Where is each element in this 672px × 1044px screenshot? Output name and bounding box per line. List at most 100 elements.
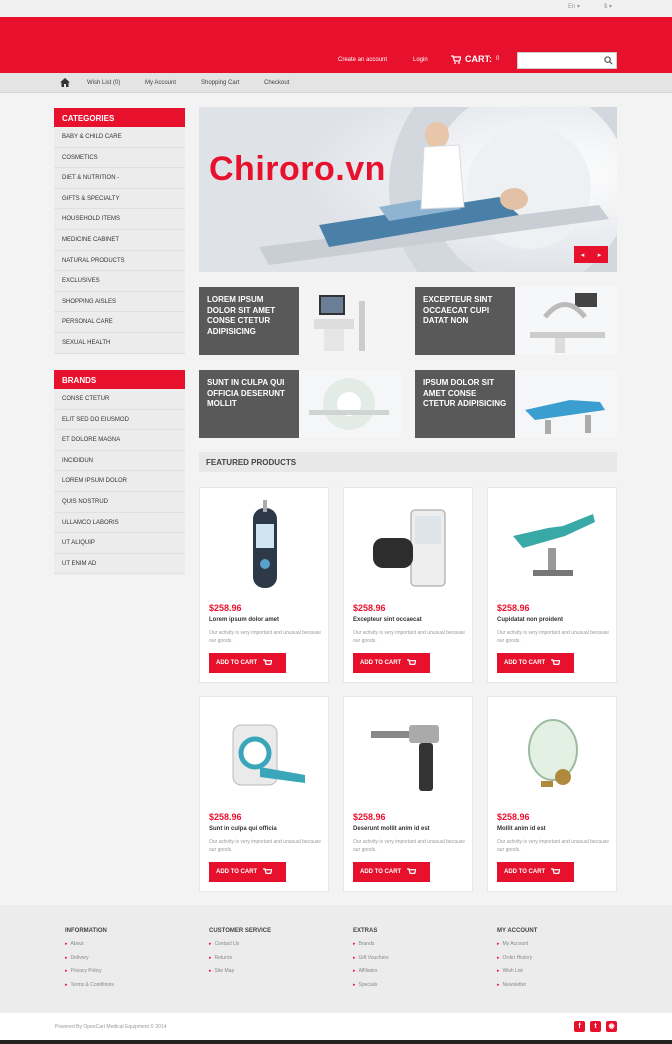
mri-scan-illustration xyxy=(199,107,617,272)
product-card[interactable]: $258.96 Lorem ipsum dolor amet Our activ… xyxy=(199,487,329,683)
cart-icon xyxy=(407,868,417,874)
slider-arrows[interactable]: ◂ ▸ xyxy=(574,246,608,263)
category-item[interactable]: COSMETICS xyxy=(54,148,185,169)
ct-scanner-icon xyxy=(232,724,305,786)
nav-cart[interactable]: Shopping Cart xyxy=(201,80,239,86)
button-label: ADD TO CART xyxy=(360,660,402,666)
product-card[interactable]: $258.96 Mollit anim id est Our activity … xyxy=(487,696,617,892)
nav-wishlist[interactable]: Wish List (0) xyxy=(87,80,120,86)
category-item[interactable]: EXCLUSIVES xyxy=(54,271,185,292)
prev-arrow-icon[interactable]: ◂ xyxy=(581,251,585,259)
category-item[interactable]: MEDICINE CABINET xyxy=(54,230,185,251)
brand-item[interactable]: ELIT SED DO EIUSMOD xyxy=(54,410,185,431)
search-input[interactable] xyxy=(517,52,617,69)
button-label: ADD TO CART xyxy=(216,660,258,666)
brand-item[interactable]: ULLAMCO LABORIS xyxy=(54,513,185,534)
footer-link[interactable]: ▸ Specials xyxy=(353,982,389,996)
category-item[interactable]: DIET & NUTRITION - xyxy=(54,168,185,189)
footer-link[interactable]: ▸ Site Map xyxy=(209,968,271,982)
button-label: ADD TO CART xyxy=(504,869,546,875)
add-to-cart-button[interactable]: ADD TO CART xyxy=(353,653,430,673)
category-item[interactable]: SEXUAL HEALTH xyxy=(54,333,185,354)
banner-text: EXCEPTEUR SINT OCCAECAT CUPI DATAT NON xyxy=(415,287,515,355)
currency-select[interactable]: $ ▾ xyxy=(604,3,612,10)
footer-title: INFORMATION xyxy=(65,928,107,934)
brand-item[interactable]: INCIDIDUN xyxy=(54,451,185,472)
product-name[interactable]: Deserunt mollit anim id est xyxy=(353,826,430,832)
product-card[interactable]: $258.96 Sunt in culpa qui officia Our ac… xyxy=(199,696,329,892)
category-item[interactable]: PERSONAL CARE xyxy=(54,312,185,333)
footer-link[interactable]: ▸ Terms & Conditions xyxy=(65,982,114,996)
product-name[interactable]: Sunt in culpa qui officia xyxy=(209,826,277,832)
add-to-cart-button[interactable]: ADD TO CART xyxy=(497,862,574,882)
category-item[interactable]: BABY & CHILD CARE xyxy=(54,127,185,148)
add-to-cart-button[interactable]: ADD TO CART xyxy=(209,862,286,882)
footer-link[interactable]: ▸ About xyxy=(65,941,114,955)
brand-item[interactable]: UT ALIQUIP xyxy=(54,533,185,554)
add-to-cart-button[interactable]: ADD TO CART xyxy=(209,653,286,673)
promo-banner[interactable]: IPSUM DOLOR SIT AMET CONSE CTETUR ADIPIS… xyxy=(415,370,617,438)
footer-link[interactable]: ▸ Delivery xyxy=(65,955,114,969)
home-icon[interactable] xyxy=(60,78,70,87)
twitter-icon[interactable]: t xyxy=(590,1021,601,1032)
footer-link[interactable]: ▸ Gift Vouchers xyxy=(353,955,389,969)
add-to-cart-button[interactable]: ADD TO CART xyxy=(497,653,574,673)
promo-banner[interactable]: EXCEPTEUR SINT OCCAECAT CUPI DATAT NON xyxy=(415,287,617,355)
product-price: $258.96 xyxy=(497,603,530,613)
button-label: ADD TO CART xyxy=(504,660,546,666)
examination-chair-icon xyxy=(513,514,595,576)
product-name[interactable]: Mollit anim id est xyxy=(497,826,546,832)
footer-column-extras: EXTRAS ▸ Brands ▸ Gift Vouchers ▸ Affiliate… xyxy=(353,928,389,995)
product-card[interactable]: $258.96 Cupidatat non proident Our activ… xyxy=(487,487,617,683)
footer-column-customer-service: CUSTOMER SERVICE ▸ Contact Us ▸ Returns ▸ S… xyxy=(209,928,271,982)
cart-icon xyxy=(551,868,561,874)
site-footer: INFORMATION ▸ About ▸ Delivery ▸ Privacy Po… xyxy=(0,905,672,1013)
next-arrow-icon[interactable]: ▸ xyxy=(598,251,602,259)
facebook-icon[interactable]: f xyxy=(574,1021,585,1032)
product-price: $258.96 xyxy=(353,603,386,613)
category-item[interactable]: GIFTS & SPECIALTY xyxy=(54,189,185,210)
footer-link[interactable]: ▸ Brands xyxy=(353,941,389,955)
login-link[interactable]: Login xyxy=(413,57,428,63)
featured-products-title: FEATURED PRODUCTS xyxy=(199,452,617,472)
category-item[interactable]: SHOPPING AISLES xyxy=(54,292,185,313)
product-description: Our activity is very important and unusu… xyxy=(209,839,321,853)
promo-banner[interactable]: SUNT IN CULPA QUI OFFICIA DESERUNT MOLLI… xyxy=(199,370,401,438)
add-to-cart-button[interactable]: ADD TO CART xyxy=(353,862,430,882)
brand-item[interactable]: CONSE CTETUR xyxy=(54,389,185,410)
footer-link[interactable]: ▸ Wish List xyxy=(497,968,537,982)
rss-icon[interactable]: ◉ xyxy=(606,1021,617,1032)
hero-slider[interactable] xyxy=(199,107,617,272)
language-select[interactable]: En ▾ xyxy=(568,3,580,10)
footer-link[interactable]: ▸ Newsletter xyxy=(497,982,537,996)
product-card[interactable]: $258.96 Excepteur sint occaecat Our acti… xyxy=(343,487,473,683)
footer-link[interactable]: ▸ My Account xyxy=(497,941,537,955)
nav-account[interactable]: My Account xyxy=(145,80,176,86)
promo-banner[interactable]: LOREM IPSUM DOLOR SIT AMET CONSE CTETUR … xyxy=(199,287,401,355)
currency-value: $ xyxy=(604,4,608,10)
footer-column-my-account: MY ACCOUNT ▸ My Account ▸ Order History ▸ W… xyxy=(497,928,537,995)
product-name[interactable]: Lorem ipsum dolor amet xyxy=(209,617,279,623)
product-name[interactable]: Cupidatat non proident xyxy=(497,617,563,623)
search-icon[interactable] xyxy=(604,56,613,65)
footer-link[interactable]: ▸ Privacy Policy xyxy=(65,968,114,982)
footer-link[interactable]: ▸ Returns xyxy=(209,955,271,969)
category-item[interactable]: NATURAL PRODUCTS xyxy=(54,251,185,272)
hospital-bed-image xyxy=(515,370,617,438)
product-name[interactable]: Excepteur sint occaecat xyxy=(353,617,422,623)
category-item[interactable]: HOUSEHOLD ITEMS xyxy=(54,209,185,230)
footer-link[interactable]: ▸ Affiliates xyxy=(353,968,389,982)
cart-button[interactable]: CART: 0 xyxy=(451,54,499,64)
footer-column-information: INFORMATION ▸ About ▸ Delivery ▸ Privacy Po… xyxy=(65,928,114,995)
create-account-link[interactable]: Create an account xyxy=(338,57,387,63)
brand-item[interactable]: UT ENIM AD xyxy=(54,554,185,575)
product-price: $258.96 xyxy=(209,812,242,822)
brand-item[interactable]: ET DOLORE MAGNA xyxy=(54,430,185,451)
brand-item[interactable]: LOREM IPSUM DOLOR xyxy=(54,471,185,492)
footer-link[interactable]: ▸ Contact Us xyxy=(209,941,271,955)
brand-item[interactable]: QUIS NOSTRUD xyxy=(54,492,185,513)
banner-text: IPSUM DOLOR SIT AMET CONSE CTETUR ADIPIS… xyxy=(415,370,515,438)
footer-link[interactable]: ▸ Order History xyxy=(497,955,537,969)
nav-checkout[interactable]: Checkout xyxy=(264,80,289,86)
product-card[interactable]: $258.96 Deserunt mollit anim id est Our … xyxy=(343,696,473,892)
